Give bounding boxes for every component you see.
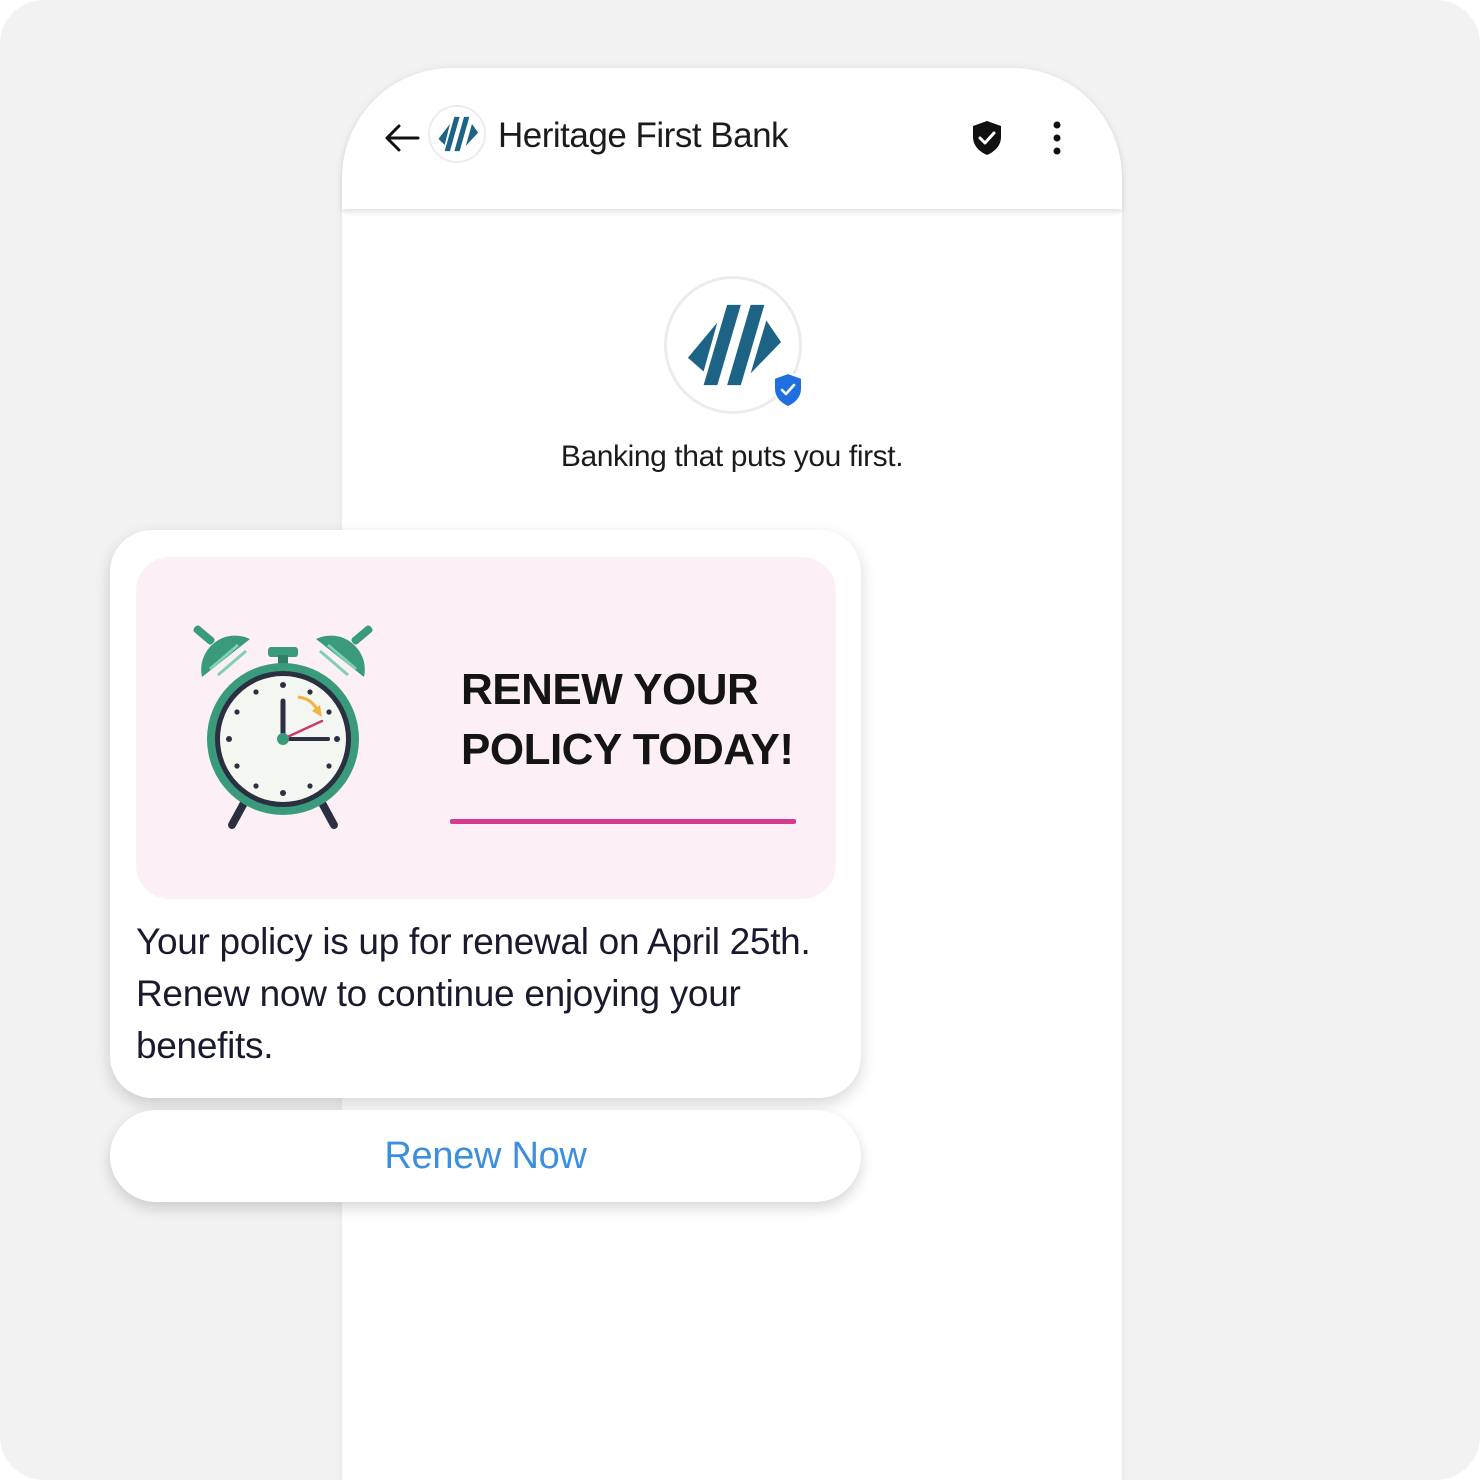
app-header: Heritage First Bank: [342, 68, 1122, 209]
card-message-text: Your policy is up for renewal on April 2…: [136, 921, 811, 1066]
banner-headline-line1: RENEW YOUR: [461, 665, 759, 714]
bank-logo-icon: [438, 116, 479, 152]
brand-tagline: Banking that puts you first.: [560, 440, 904, 473]
bank-logo-icon: [687, 304, 782, 386]
brand-logo-small[interactable]: [428, 105, 486, 163]
screen-background: Heritage First Bank Banking that puts yo…: [0, 0, 1480, 1480]
back-button[interactable]: [382, 118, 422, 158]
banner-headline: RENEW YOUR POLICY TODAY!: [461, 660, 801, 780]
rich-message-card[interactable]: RENEW YOUR POLICY TODAY! Your policy is …: [110, 530, 861, 1098]
verified-badge-icon: [773, 372, 803, 408]
shield-check-icon: [973, 121, 1001, 155]
renew-now-button[interactable]: Renew Now: [110, 1110, 861, 1202]
alarm-clock-illustration: [193, 625, 373, 829]
banner-headline-line2: POLICY TODAY!: [461, 725, 794, 774]
banner-underline: [450, 819, 796, 824]
verified-sender-button[interactable]: [968, 118, 1006, 158]
page-title: Heritage First Bank: [498, 116, 789, 155]
more-options-button[interactable]: [1042, 118, 1072, 158]
arrow-left-icon: [385, 124, 420, 152]
more-vertical-icon: [1053, 121, 1061, 155]
card-banner: RENEW YOUR POLICY TODAY!: [136, 557, 836, 899]
